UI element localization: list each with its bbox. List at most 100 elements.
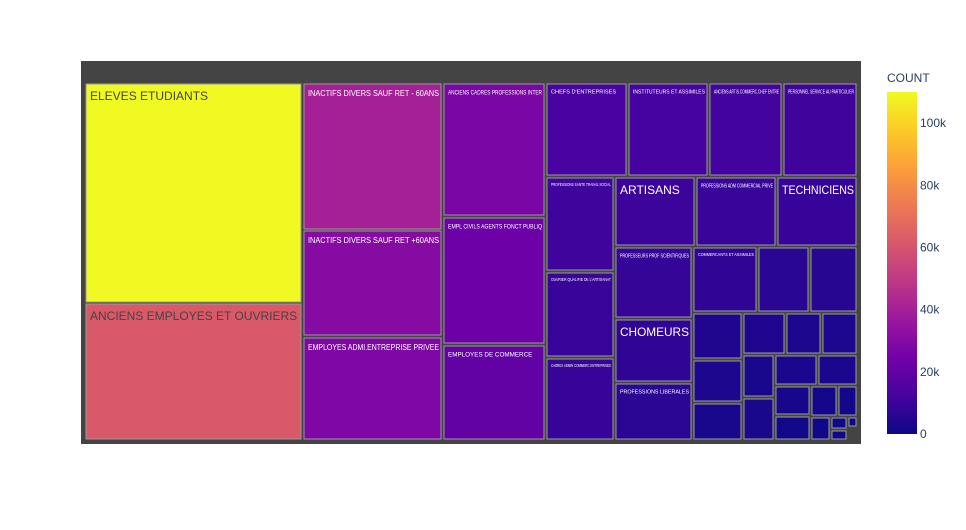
treemap-tile-label: INSTITUTEURS ET ASSIMILES xyxy=(633,90,705,96)
treemap-tile[interactable] xyxy=(811,417,830,440)
colorbar-title: COUNT xyxy=(887,71,930,85)
treemap-tile-rect[interactable] xyxy=(303,337,442,440)
treemap-tile[interactable]: PROFESSIONS SANTE TRAVAIL SOCIAL xyxy=(546,177,614,271)
treemap-tile-rect[interactable] xyxy=(743,398,774,440)
treemap-tile[interactable]: ELEVES ETUDIANTS xyxy=(85,83,302,303)
treemap-tile-label: PROFESSIONS LIBERALES xyxy=(620,390,689,396)
treemap-tile-label: EMPLOYES ADMI.ENTREPRISE PRIVEE xyxy=(308,343,439,352)
treemap-tile[interactable]: PROFESSEURS PROF SCIENTIFIQUES xyxy=(615,247,692,318)
treemap-tile[interactable] xyxy=(775,355,817,385)
treemap-tile-label: INACTIFS DIVERS SAUF RET +60ANS xyxy=(308,236,439,245)
treemap-tile-rect[interactable] xyxy=(693,360,742,402)
treemap-tile-rect[interactable] xyxy=(743,313,785,354)
colorbar-gradient xyxy=(887,92,917,434)
treemap-tile-rect[interactable] xyxy=(546,358,614,440)
treemap-tile[interactable] xyxy=(693,313,742,359)
treemap-tile[interactable]: INACTIFS DIVERS SAUF RET +60ANS xyxy=(303,230,442,336)
treemap-tile[interactable] xyxy=(822,313,857,354)
treemap-tile-rect[interactable] xyxy=(775,355,817,385)
treemap-tile-label: OUVRIER QUALIFIE DE L'ARTISANAT xyxy=(551,277,611,282)
treemap-tile[interactable]: OUVRIER QUALIFIE DE L'ARTISANAT xyxy=(546,272,614,357)
treemap-tile[interactable]: CHOMEURS xyxy=(615,319,692,382)
treemap-tile[interactable]: ANCIENS EMPLOYES ET OUVRIERS xyxy=(85,303,302,440)
colorbar: COUNT 0 20k 40k 60k 80k 100k xyxy=(887,71,947,441)
treemap-tile-rect[interactable] xyxy=(811,417,830,440)
treemap-tile-rect[interactable] xyxy=(758,247,809,312)
treemap-tile-label: CHEFS D'ENTREPRISES xyxy=(551,90,616,96)
treemap-chart: ELEVES ETUDIANTS ANCIENS EMPLOYES ET OUVR… xyxy=(0,0,966,525)
treemap-tile[interactable]: ANCIENS CADRES PROFESSIONS INTER xyxy=(443,83,545,216)
treemap-tile[interactable]: INSTITUTEURS ET ASSIMILES xyxy=(628,83,708,176)
treemap-tile-rect[interactable] xyxy=(546,83,627,176)
treemap-tile-label: ARTISANS xyxy=(620,183,680,197)
treemap-tile[interactable] xyxy=(758,247,809,312)
colorbar-tick-label: 80k xyxy=(920,178,940,192)
treemap-tile[interactable] xyxy=(775,416,810,440)
treemap-tile-rect[interactable] xyxy=(693,247,757,312)
treemap-tile[interactable] xyxy=(743,313,785,354)
treemap-tile[interactable] xyxy=(693,403,742,440)
treemap-tile-rect[interactable] xyxy=(303,83,442,230)
treemap-tile-label: CHOMEURS xyxy=(620,325,689,339)
treemap-tile[interactable] xyxy=(848,417,857,427)
treemap-tile[interactable]: PROFESSIONS LIBERALES xyxy=(615,383,692,440)
treemap-tile[interactable] xyxy=(818,355,857,385)
colorbar-tick-label: 40k xyxy=(920,303,940,317)
treemap-tile-rect[interactable] xyxy=(443,217,545,344)
treemap-tile[interactable]: EMPL CIVILS AGENTS FONCT PUBLIQ xyxy=(443,217,545,344)
treemap-tile-rect[interactable] xyxy=(743,355,774,397)
treemap-tile-rect[interactable] xyxy=(831,417,847,429)
treemap-tile[interactable]: COMMERCANTS ET ASSIMILES xyxy=(693,247,757,312)
treemap-tile-rect[interactable] xyxy=(693,313,742,359)
treemap-tile[interactable] xyxy=(743,398,774,440)
treemap-tile[interactable] xyxy=(786,313,821,354)
treemap-tile[interactable]: ARTISANS xyxy=(615,177,695,246)
treemap-tile-rect[interactable] xyxy=(822,313,857,354)
treemap-tile[interactable] xyxy=(838,386,857,416)
treemap-tile-rect[interactable] xyxy=(546,177,614,271)
treemap-tile[interactable]: CADRES ADMIN COMMERC ENTREPRISES xyxy=(546,358,614,440)
treemap-tile-label: CADRES ADMIN COMMERC ENTREPRISES xyxy=(551,363,611,368)
treemap-tile-rect[interactable] xyxy=(85,83,302,303)
colorbar-ticks: 0 20k 40k 60k 80k 100k xyxy=(920,116,947,441)
treemap-tile-label: EMPLOYES DE COMMERCE xyxy=(448,351,532,358)
treemap-tile-rect[interactable] xyxy=(810,247,857,312)
colorbar-tick-label: 0 xyxy=(920,427,927,441)
treemap-tile[interactable]: CHEFS D'ENTREPRISES xyxy=(546,83,627,176)
treemap-tile-label: TECHNICIENS xyxy=(782,183,854,197)
treemap-tile[interactable] xyxy=(693,360,742,402)
treemap-tile-rect[interactable] xyxy=(811,386,837,416)
treemap-tile-label: ANCIENS CADRES PROFESSIONS INTER xyxy=(448,89,542,96)
treemap-tile-rect[interactable] xyxy=(709,83,782,176)
treemap-tile-rect[interactable] xyxy=(783,83,857,176)
treemap-tile[interactable]: PROFESSIONS ADM COMMERCIAL PRIVE xyxy=(696,177,776,246)
treemap-tile[interactable] xyxy=(831,430,847,440)
treemap-tile-rect[interactable] xyxy=(838,386,857,416)
treemap-tile[interactable]: INACTIFS DIVERS SAUF RET - 60ANS xyxy=(303,83,442,230)
treemap-tile[interactable] xyxy=(743,355,774,397)
treemap-tile[interactable]: ANCIENS ARTIS.COMMERC.CHEF ENTRE xyxy=(709,83,782,176)
treemap-tile-label: INACTIFS DIVERS SAUF RET - 60ANS xyxy=(308,89,439,98)
treemap-tile-rect[interactable] xyxy=(303,230,442,336)
treemap-tile-rect[interactable] xyxy=(443,83,545,216)
treemap-tile[interactable]: EMPLOYES DE COMMERCE xyxy=(443,345,545,440)
treemap-tile[interactable] xyxy=(775,386,810,415)
treemap-tile[interactable]: TECHNICIENS xyxy=(777,177,857,246)
treemap-tile-rect[interactable] xyxy=(848,417,857,427)
treemap-tile-rect[interactable] xyxy=(85,303,302,440)
treemap-tile-rect[interactable] xyxy=(628,83,708,176)
treemap-tile[interactable] xyxy=(810,247,857,312)
treemap-tile-rect[interactable] xyxy=(775,416,810,440)
treemap-tile[interactable]: PERSONNEL SERVICE AU PARTICULIER xyxy=(783,83,857,176)
treemap-tile-rect[interactable] xyxy=(546,272,614,357)
treemap-tile[interactable] xyxy=(831,417,847,429)
treemap-tile-label: PROFESSIONS SANTE TRAVAIL SOCIAL xyxy=(551,182,611,187)
treemap-tile[interactable] xyxy=(811,386,837,416)
treemap-tile-rect[interactable] xyxy=(786,313,821,354)
treemap-tile-rect[interactable] xyxy=(818,355,857,385)
treemap-tile[interactable]: EMPLOYES ADMI.ENTREPRISE PRIVEE xyxy=(303,337,442,440)
treemap-tile-rect[interactable] xyxy=(693,403,742,440)
treemap-tile-rect[interactable] xyxy=(831,430,847,440)
treemap-tile-rect[interactable] xyxy=(443,345,545,440)
treemap-tile-rect[interactable] xyxy=(775,386,810,415)
